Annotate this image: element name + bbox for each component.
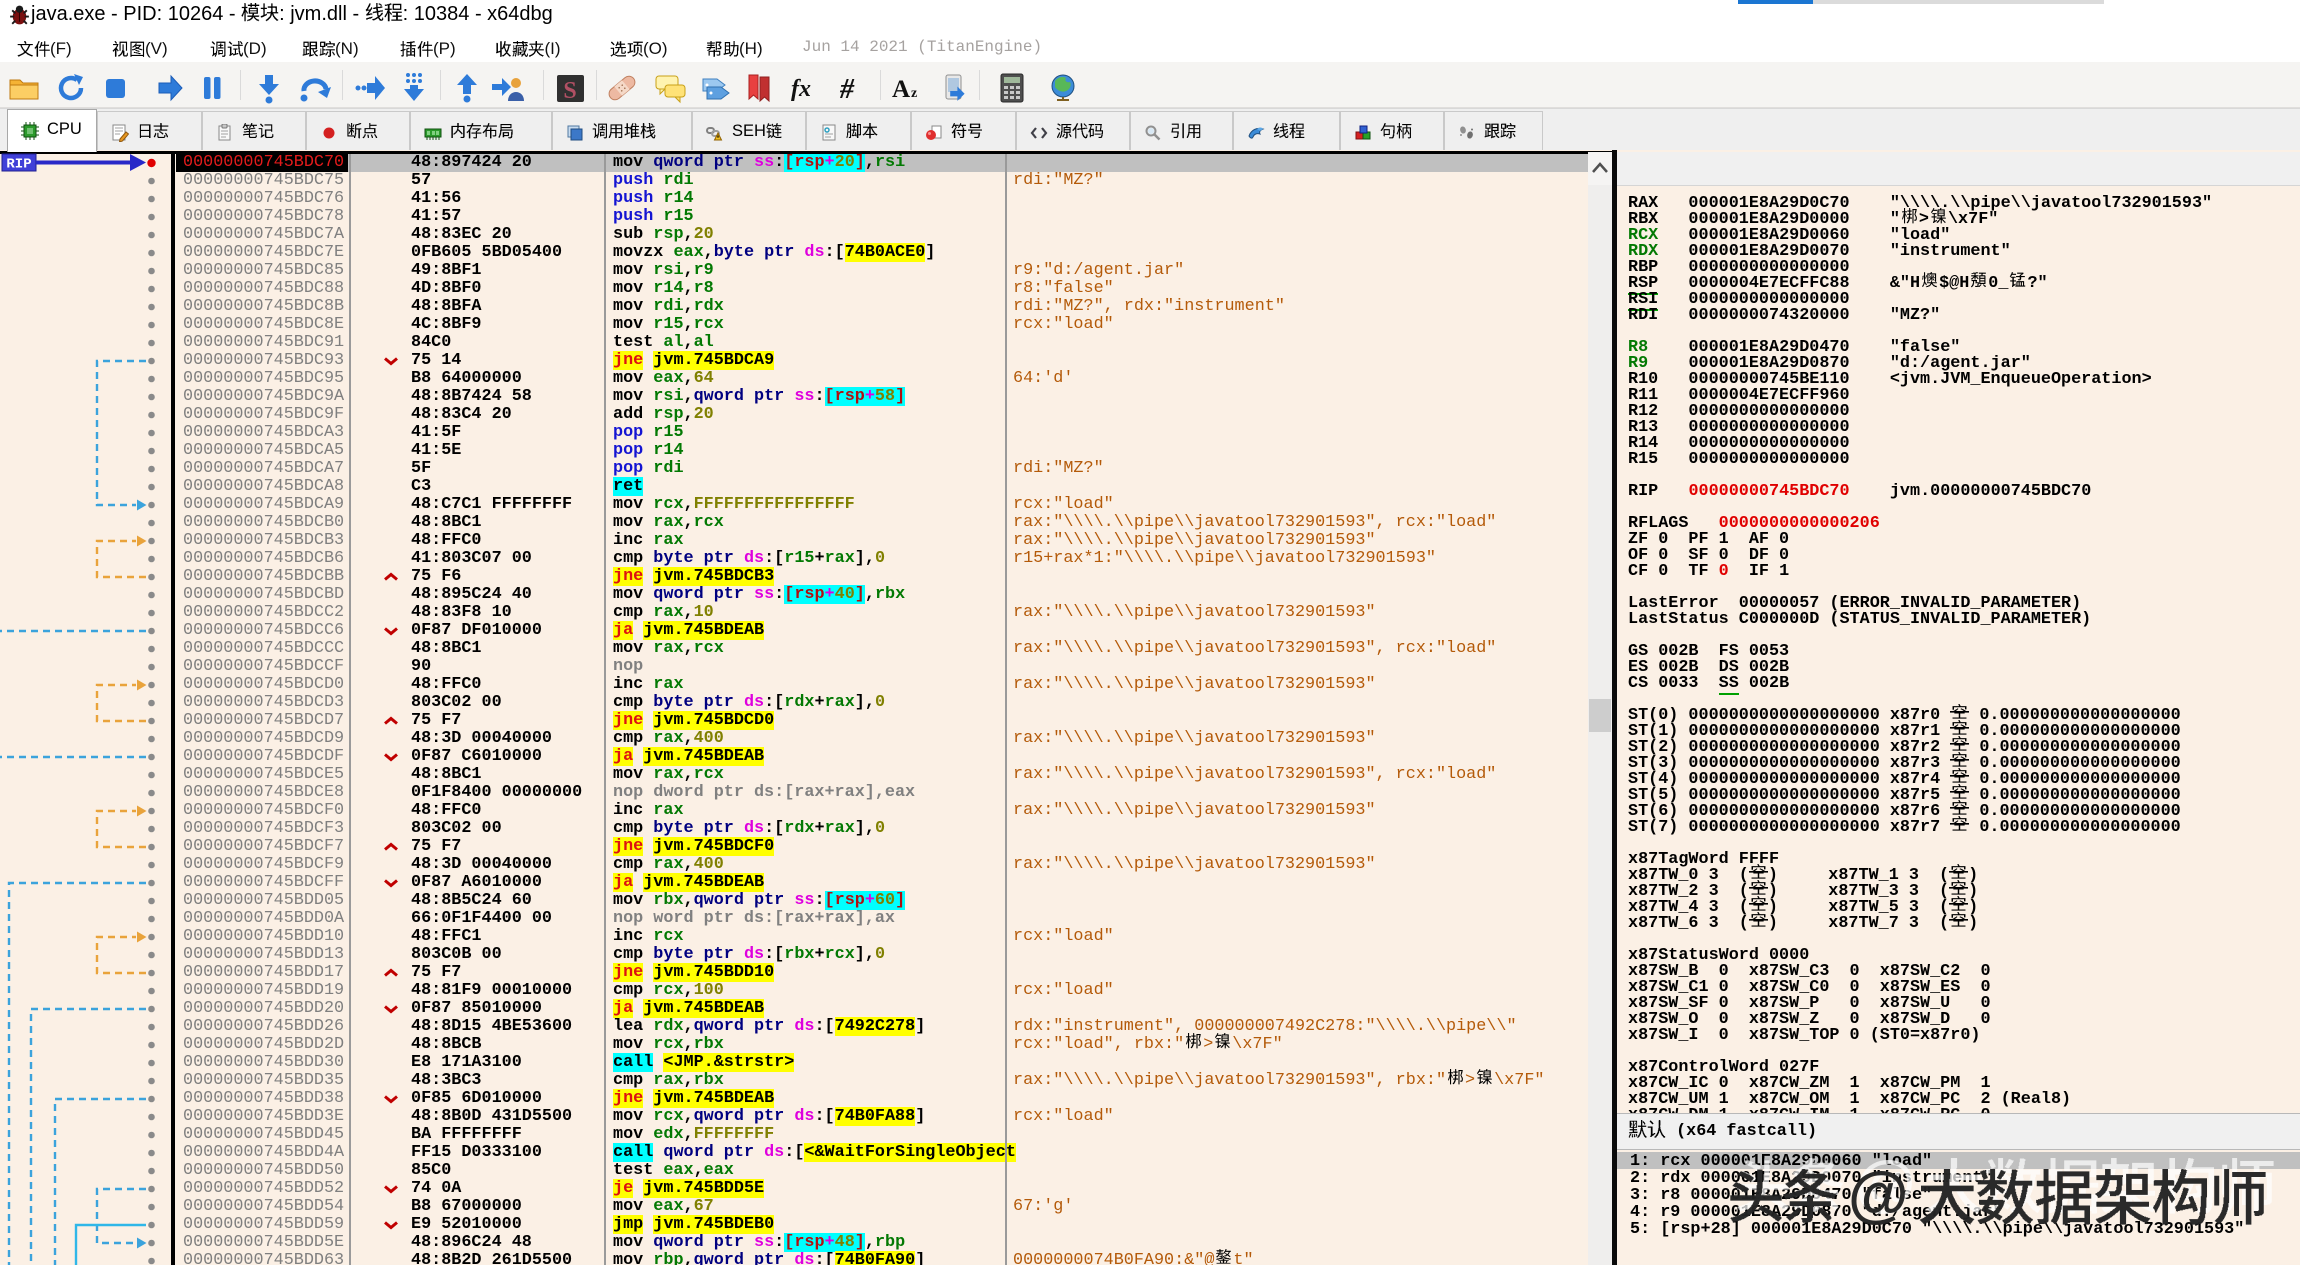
svg-text:#: #: [839, 74, 855, 105]
svg-text:fx: fx: [791, 76, 811, 102]
svg-text:S: S: [563, 78, 576, 104]
svg-text:z: z: [911, 86, 917, 101]
svg-text:A: A: [892, 76, 910, 103]
